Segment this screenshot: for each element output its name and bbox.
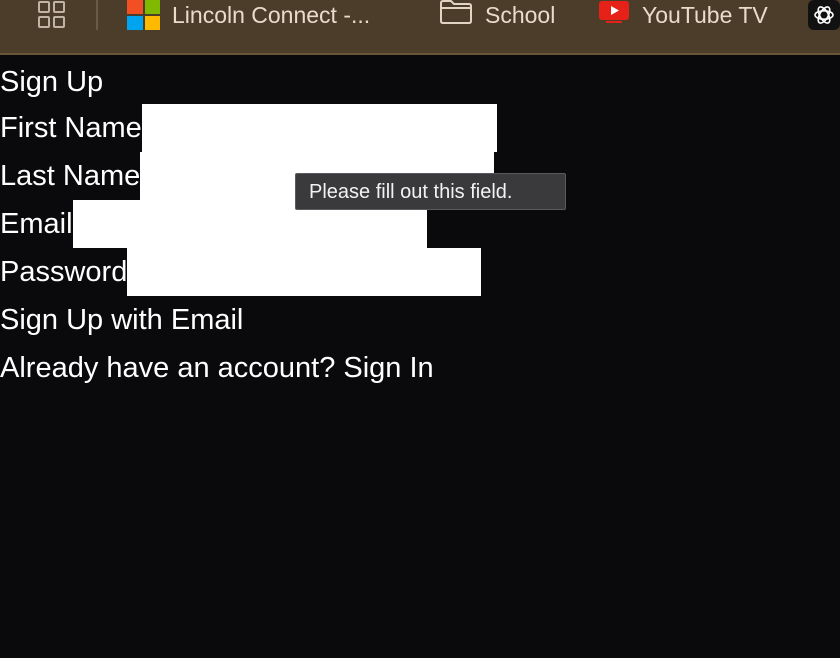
openai-icon (808, 0, 840, 30)
bookmarks-bar: Lincoln Connect -... School YouTube TV (0, 0, 840, 55)
apps-grid-icon[interactable] (36, 0, 68, 30)
signin-link-row: Already have an account? Sign In (0, 344, 434, 392)
microsoft-icon (127, 0, 160, 30)
youtube-tv-icon (598, 0, 630, 31)
bookmark-youtube-tv[interactable]: YouTube TV (598, 0, 768, 30)
password-label: Password (0, 256, 128, 288)
first-name-label: First Name (0, 112, 142, 144)
bookmark-label: School (485, 1, 556, 28)
signup-with-email-button[interactable]: Sign Up with Email (0, 296, 243, 344)
bookmark-school[interactable]: School (439, 0, 555, 30)
page-title: Sign Up (0, 66, 104, 98)
password-row: Password (0, 248, 482, 296)
page-title-row: Sign Up (0, 58, 103, 106)
bookmark-label: YouTube TV (642, 1, 768, 28)
last-name-label: Last Name (0, 160, 141, 192)
bookmark-label: Lincoln Connect -... (172, 1, 371, 28)
bookmark-openai[interactable] (808, 0, 840, 30)
email-label: Email (0, 208, 73, 240)
signup-button-row: Sign Up with Email (0, 296, 243, 344)
validation-tooltip: Please fill out this field. (295, 173, 566, 210)
folder-icon (439, 0, 473, 31)
bookmarks-divider (96, 0, 98, 30)
bookmark-lincoln-connect[interactable]: Lincoln Connect -... (127, 0, 370, 30)
password-field[interactable] (127, 248, 482, 296)
first-name-field[interactable] (141, 104, 497, 152)
signin-link[interactable]: Already have an account? Sign In (0, 344, 434, 392)
first-name-row: First Name (0, 104, 497, 152)
